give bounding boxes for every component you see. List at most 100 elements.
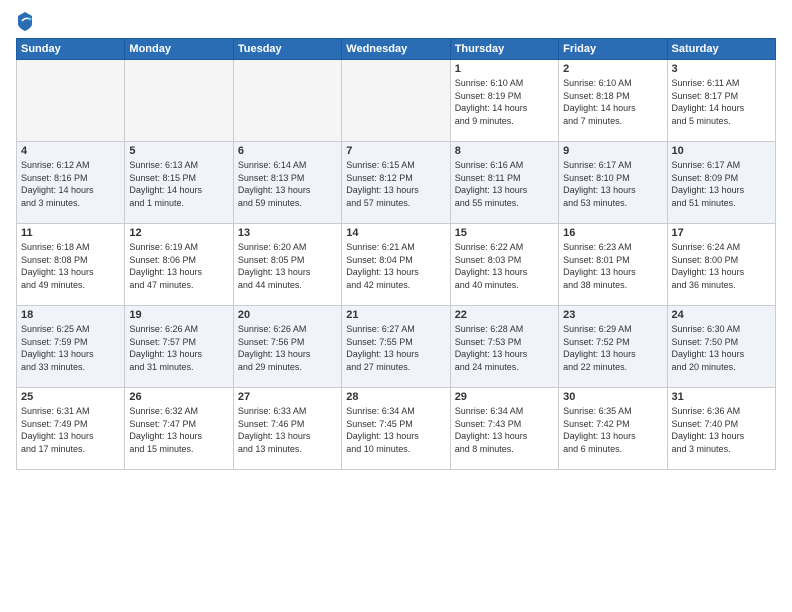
day-info: Sunrise: 6:20 AM Sunset: 8:05 PM Dayligh… xyxy=(238,241,337,291)
day-number: 26 xyxy=(129,391,228,403)
day-info: Sunrise: 6:29 AM Sunset: 7:52 PM Dayligh… xyxy=(563,323,662,373)
day-info: Sunrise: 6:15 AM Sunset: 8:12 PM Dayligh… xyxy=(346,159,445,209)
day-info: Sunrise: 6:23 AM Sunset: 8:01 PM Dayligh… xyxy=(563,241,662,291)
day-info: Sunrise: 6:18 AM Sunset: 8:08 PM Dayligh… xyxy=(21,241,120,291)
calendar-cell: 2 Sunrise: 6:10 AM Sunset: 8:18 PM Daylig… xyxy=(559,60,667,142)
day-info: Sunrise: 6:22 AM Sunset: 8:03 PM Dayligh… xyxy=(455,241,554,291)
day-number: 27 xyxy=(238,391,337,403)
calendar-cell: 27 Sunrise: 6:33 AM Sunset: 7:46 PM Dayli… xyxy=(233,388,341,470)
day-info: Sunrise: 6:31 AM Sunset: 7:49 PM Dayligh… xyxy=(21,405,120,455)
calendar-table: SundayMondayTuesdayWednesdayThursdayFrid… xyxy=(16,38,776,470)
day-number: 23 xyxy=(563,309,662,321)
calendar-week-row: 1 Sunrise: 6:10 AM Sunset: 8:19 PM Daylig… xyxy=(17,60,776,142)
day-number: 12 xyxy=(129,227,228,239)
day-number: 22 xyxy=(455,309,554,321)
day-number: 14 xyxy=(346,227,445,239)
logo-icon xyxy=(16,10,34,32)
calendar-cell: 1 Sunrise: 6:10 AM Sunset: 8:19 PM Daylig… xyxy=(450,60,558,142)
day-number: 25 xyxy=(21,391,120,403)
day-info: Sunrise: 6:14 AM Sunset: 8:13 PM Dayligh… xyxy=(238,159,337,209)
calendar-week-row: 25 Sunrise: 6:31 AM Sunset: 7:49 PM Dayli… xyxy=(17,388,776,470)
calendar-cell: 25 Sunrise: 6:31 AM Sunset: 7:49 PM Dayli… xyxy=(17,388,125,470)
day-info: Sunrise: 6:35 AM Sunset: 7:42 PM Dayligh… xyxy=(563,405,662,455)
weekday-header-monday: Monday xyxy=(125,39,233,60)
day-info: Sunrise: 6:26 AM Sunset: 7:57 PM Dayligh… xyxy=(129,323,228,373)
day-info: Sunrise: 6:10 AM Sunset: 8:18 PM Dayligh… xyxy=(563,77,662,127)
calendar-cell xyxy=(233,60,341,142)
calendar-cell: 30 Sunrise: 6:35 AM Sunset: 7:42 PM Dayli… xyxy=(559,388,667,470)
calendar-cell: 17Sunrise: 6:24 AM Sunset: 8:00 PM Dayli… xyxy=(667,224,775,306)
day-info: Sunrise: 6:28 AM Sunset: 7:53 PM Dayligh… xyxy=(455,323,554,373)
calendar-cell: 24 Sunrise: 6:30 AM Sunset: 7:50 PM Dayli… xyxy=(667,306,775,388)
calendar-cell: 3Sunrise: 6:11 AM Sunset: 8:17 PM Daylig… xyxy=(667,60,775,142)
weekday-header-wednesday: Wednesday xyxy=(342,39,450,60)
day-number: 21 xyxy=(346,309,445,321)
day-number: 17 xyxy=(672,227,771,239)
day-number: 9 xyxy=(563,145,662,157)
day-info: Sunrise: 6:26 AM Sunset: 7:56 PM Dayligh… xyxy=(238,323,337,373)
day-number: 16 xyxy=(563,227,662,239)
day-info: Sunrise: 6:32 AM Sunset: 7:47 PM Dayligh… xyxy=(129,405,228,455)
calendar-cell: 14 Sunrise: 6:21 AM Sunset: 8:04 PM Dayli… xyxy=(342,224,450,306)
weekday-header-sunday: Sunday xyxy=(17,39,125,60)
calendar-cell xyxy=(342,60,450,142)
calendar-cell xyxy=(125,60,233,142)
day-info: Sunrise: 6:34 AM Sunset: 7:45 PM Dayligh… xyxy=(346,405,445,455)
calendar-cell: 7 Sunrise: 6:15 AM Sunset: 8:12 PM Daylig… xyxy=(342,142,450,224)
calendar-page: SundayMondayTuesdayWednesdayThursdayFrid… xyxy=(0,0,792,612)
logo xyxy=(16,12,38,32)
day-info: Sunrise: 6:34 AM Sunset: 7:43 PM Dayligh… xyxy=(455,405,554,455)
day-number: 2 xyxy=(563,63,662,75)
calendar-cell: 18 Sunrise: 6:25 AM Sunset: 7:59 PM Dayli… xyxy=(17,306,125,388)
calendar-cell: 26 Sunrise: 6:32 AM Sunset: 7:47 PM Dayli… xyxy=(125,388,233,470)
day-info: Sunrise: 6:17 AM Sunset: 8:09 PM Dayligh… xyxy=(672,159,771,209)
calendar-cell: 31 Sunrise: 6:36 AM Sunset: 7:40 PM Dayli… xyxy=(667,388,775,470)
day-info: Sunrise: 6:21 AM Sunset: 8:04 PM Dayligh… xyxy=(346,241,445,291)
calendar-cell: 29 Sunrise: 6:34 AM Sunset: 7:43 PM Dayli… xyxy=(450,388,558,470)
day-info: Sunrise: 6:16 AM Sunset: 8:11 PM Dayligh… xyxy=(455,159,554,209)
weekday-header-row: SundayMondayTuesdayWednesdayThursdayFrid… xyxy=(17,39,776,60)
calendar-week-row: 11Sunrise: 6:18 AM Sunset: 8:08 PM Dayli… xyxy=(17,224,776,306)
day-number: 29 xyxy=(455,391,554,403)
day-number: 10 xyxy=(672,145,771,157)
calendar-cell: 19 Sunrise: 6:26 AM Sunset: 7:57 PM Dayli… xyxy=(125,306,233,388)
day-info: Sunrise: 6:36 AM Sunset: 7:40 PM Dayligh… xyxy=(672,405,771,455)
day-info: Sunrise: 6:17 AM Sunset: 8:10 PM Dayligh… xyxy=(563,159,662,209)
calendar-cell xyxy=(17,60,125,142)
day-number: 6 xyxy=(238,145,337,157)
day-number: 3 xyxy=(672,63,771,75)
calendar-cell: 8 Sunrise: 6:16 AM Sunset: 8:11 PM Daylig… xyxy=(450,142,558,224)
calendar-cell: 5 Sunrise: 6:13 AM Sunset: 8:15 PM Daylig… xyxy=(125,142,233,224)
calendar-cell: 16 Sunrise: 6:23 AM Sunset: 8:01 PM Dayli… xyxy=(559,224,667,306)
day-number: 7 xyxy=(346,145,445,157)
day-number: 8 xyxy=(455,145,554,157)
day-info: Sunrise: 6:33 AM Sunset: 7:46 PM Dayligh… xyxy=(238,405,337,455)
calendar-cell: 9 Sunrise: 6:17 AM Sunset: 8:10 PM Daylig… xyxy=(559,142,667,224)
day-number: 5 xyxy=(129,145,228,157)
day-number: 15 xyxy=(455,227,554,239)
calendar-cell: 13 Sunrise: 6:20 AM Sunset: 8:05 PM Dayli… xyxy=(233,224,341,306)
day-number: 1 xyxy=(455,63,554,75)
calendar-cell: 4Sunrise: 6:12 AM Sunset: 8:16 PM Daylig… xyxy=(17,142,125,224)
day-info: Sunrise: 6:19 AM Sunset: 8:06 PM Dayligh… xyxy=(129,241,228,291)
day-number: 13 xyxy=(238,227,337,239)
day-info: Sunrise: 6:30 AM Sunset: 7:50 PM Dayligh… xyxy=(672,323,771,373)
day-info: Sunrise: 6:13 AM Sunset: 8:15 PM Dayligh… xyxy=(129,159,228,209)
day-number: 18 xyxy=(21,309,120,321)
weekday-header-saturday: Saturday xyxy=(667,39,775,60)
day-info: Sunrise: 6:10 AM Sunset: 8:19 PM Dayligh… xyxy=(455,77,554,127)
calendar-cell: 12 Sunrise: 6:19 AM Sunset: 8:06 PM Dayli… xyxy=(125,224,233,306)
calendar-cell: 28Sunrise: 6:34 AM Sunset: 7:45 PM Dayli… xyxy=(342,388,450,470)
day-number: 19 xyxy=(129,309,228,321)
day-number: 31 xyxy=(672,391,771,403)
calendar-week-row: 18 Sunrise: 6:25 AM Sunset: 7:59 PM Dayli… xyxy=(17,306,776,388)
calendar-cell: 23 Sunrise: 6:29 AM Sunset: 7:52 PM Dayli… xyxy=(559,306,667,388)
day-number: 4 xyxy=(21,145,120,157)
calendar-cell: 20Sunrise: 6:26 AM Sunset: 7:56 PM Dayli… xyxy=(233,306,341,388)
day-info: Sunrise: 6:27 AM Sunset: 7:55 PM Dayligh… xyxy=(346,323,445,373)
weekday-header-friday: Friday xyxy=(559,39,667,60)
day-number: 30 xyxy=(563,391,662,403)
calendar-cell: 11Sunrise: 6:18 AM Sunset: 8:08 PM Dayli… xyxy=(17,224,125,306)
day-number: 24 xyxy=(672,309,771,321)
day-info: Sunrise: 6:25 AM Sunset: 7:59 PM Dayligh… xyxy=(21,323,120,373)
